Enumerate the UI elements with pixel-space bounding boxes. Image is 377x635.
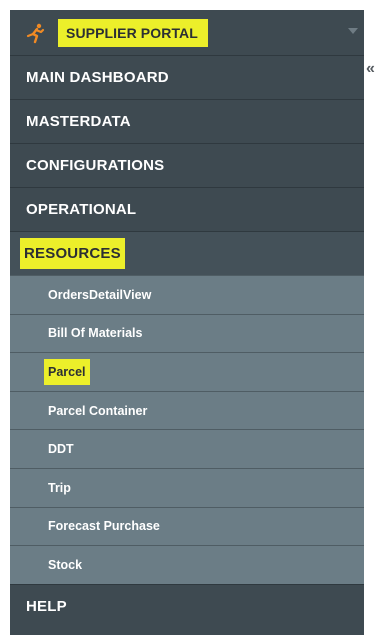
submenu-item-label: Bill Of Materials [48, 326, 143, 341]
resources-submenu: OrdersDetailView Bill Of Materials Parce… [10, 275, 364, 584]
menu-item-label: RESOURCES [20, 238, 125, 269]
menu-item-label: MAIN DASHBOARD [26, 69, 169, 86]
caret-down-icon[interactable] [348, 28, 358, 34]
menu-item-resources[interactable]: RESOURCES [10, 231, 364, 275]
submenu-item-trip[interactable]: Trip [10, 467, 364, 507]
submenu-item-label: OrdersDetailView [48, 287, 152, 302]
submenu-item-bill-of-materials[interactable]: Bill Of Materials [10, 313, 364, 353]
running-figure-icon[interactable] [24, 22, 46, 44]
submenu-item-label: Trip [48, 480, 71, 495]
menu-item-label: CONFIGURATIONS [26, 157, 165, 174]
submenu-item-label: Forecast Purchase [48, 519, 160, 534]
menu-item-help[interactable]: HELP [10, 583, 364, 628]
submenu-item-stock[interactable]: Stock [10, 545, 364, 584]
submenu-item-parcel[interactable]: Parcel [10, 352, 364, 391]
submenu-item-parcel-container[interactable]: Parcel Container [10, 390, 364, 430]
submenu-item-ordersdetailview[interactable]: OrdersDetailView [10, 275, 364, 314]
sidebar-header: SUPPLIER PORTAL [10, 10, 364, 55]
menu-item-label: HELP [26, 597, 67, 615]
menu-item-main-dashboard[interactable]: MAIN DASHBOARD [10, 55, 364, 99]
portal-title[interactable]: SUPPLIER PORTAL [58, 18, 208, 47]
submenu-item-forecast-purchase[interactable]: Forecast Purchase [10, 506, 364, 546]
submenu-item-ddt[interactable]: DDT [10, 429, 364, 468]
submenu-item-label: Parcel Container [48, 403, 148, 418]
submenu-item-label: Stock [48, 557, 83, 572]
menu-item-configurations[interactable]: CONFIGURATIONS [10, 143, 364, 187]
double-chevron-left-icon[interactable]: « [366, 60, 377, 78]
menu-item-operational[interactable]: OPERATIONAL [10, 187, 364, 231]
submenu-item-label: Parcel [44, 358, 90, 385]
submenu-item-label: DDT [48, 442, 74, 457]
menu-item-label: MASTERDATA [26, 113, 131, 130]
menu-item-masterdata[interactable]: MASTERDATA [10, 99, 364, 143]
menu-item-label: OPERATIONAL [26, 201, 137, 218]
sidebar: SUPPLIER PORTAL MAIN DASHBOARD MASTERDAT… [10, 10, 364, 635]
